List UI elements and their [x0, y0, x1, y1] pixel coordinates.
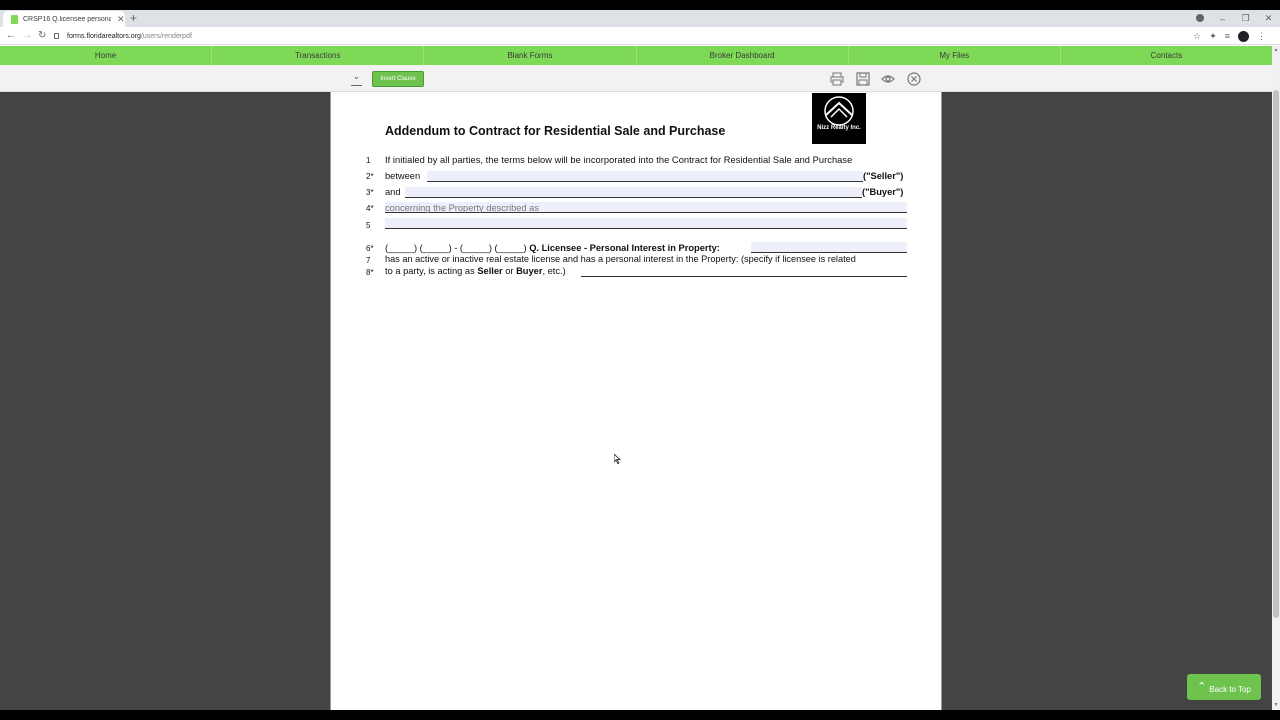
seller-word: Seller — [477, 266, 503, 276]
buyer-name-field[interactable] — [405, 187, 862, 198]
line-1-text: If initialed by all parties, the terms b… — [385, 155, 853, 165]
between-label: between — [385, 171, 421, 181]
nav-blank-forms[interactable]: Blank Forms — [424, 46, 637, 65]
line-8-post: , etc.) — [542, 266, 566, 276]
house-logo-icon — [824, 96, 854, 126]
line-number: 3* — [366, 188, 374, 197]
nav-home[interactable]: Home — [0, 46, 213, 65]
property-description-field[interactable] — [553, 202, 907, 213]
licensee-name-field[interactable] — [751, 242, 907, 253]
main-nav: Home Transactions Blank Forms Broker Das… — [0, 46, 1272, 65]
tab-strip: CRSP16 Q.licensee personal inte ✕ + – ❐ … — [0, 10, 1280, 27]
tab-title: CRSP16 Q.licensee personal inte — [23, 15, 111, 23]
tab-close-icon[interactable]: ✕ — [117, 14, 125, 24]
forward-icon[interactable]: → — [22, 29, 32, 43]
mouse-cursor-icon — [614, 454, 621, 464]
line-number: 5 — [366, 221, 371, 230]
chevron-up-icon: ⌃ — [1197, 680, 1207, 693]
company-logo: Nizz Realty Inc. — [812, 93, 866, 144]
scroll-down-icon[interactable]: ▼ — [1273, 702, 1279, 708]
restore-button[interactable]: ❐ — [1234, 13, 1257, 24]
browser-profile-icon[interactable] — [1196, 14, 1204, 22]
property-description-field-2[interactable] — [385, 218, 907, 229]
nav-contacts[interactable]: Contacts — [1061, 46, 1272, 65]
chevron-down-icon[interactable]: ⌄ — [351, 70, 362, 86]
print-icon[interactable] — [830, 72, 844, 86]
url-host: forms.floridarealtors.org — [67, 32, 141, 40]
nav-broker-dashboard[interactable]: Broker Dashboard — [637, 46, 849, 65]
lock-icon — [54, 33, 59, 39]
buyer-word: Buyer — [516, 266, 543, 276]
page-scrollbar[interactable]: ▲ ▼ — [1272, 46, 1280, 710]
url-field[interactable]: forms.floridarealtors.org /users/renderp… — [54, 29, 1214, 43]
initials-blanks[interactable]: (_____) (_____) - (_____) (_____) — [385, 243, 527, 253]
document-viewer: Nizz Realty Inc. Addendum to Contract fo… — [0, 92, 1272, 710]
avatar[interactable] — [1238, 30, 1249, 42]
buyer-label: ("Buyer") — [862, 187, 904, 197]
top-black-bar — [0, 0, 1280, 10]
reload-icon[interactable]: ↻ — [38, 29, 46, 43]
back-icon[interactable]: ← — [6, 29, 16, 43]
line-8-pre: to a party, is acting as — [385, 266, 478, 276]
browser-tab[interactable]: CRSP16 Q.licensee personal inte ✕ — [3, 11, 125, 27]
line-number: 4* — [366, 204, 374, 213]
close-window-button[interactable]: ✕ — [1257, 13, 1280, 24]
line-number: 7 — [366, 256, 371, 265]
seller-label: ("Seller") — [863, 171, 904, 181]
document-title: Addendum to Contract for Residential Sal… — [385, 124, 726, 138]
document-page: Nizz Realty Inc. Addendum to Contract fo… — [330, 92, 942, 710]
line-8-mid: or — [502, 266, 517, 276]
window-controls: – ❐ ✕ — [1211, 10, 1280, 27]
preview-eye-icon[interactable] — [881, 72, 895, 86]
extensions-puzzle-icon[interactable]: ✦ — [1209, 30, 1217, 42]
back-to-top-label: Back to Top — [1209, 684, 1251, 694]
nav-my-files[interactable]: My Files — [849, 46, 1061, 65]
line-number: 6* — [366, 244, 374, 253]
logo-text: Nizz Realty Inc. — [817, 125, 861, 131]
line-number: 8* — [366, 268, 374, 277]
clause-heading: Q. Licensee - Personal Interest in Prope… — [529, 243, 720, 253]
line-7-text: has an active or inactive real estate li… — [385, 254, 856, 264]
save-icon[interactable] — [856, 72, 870, 86]
and-label: and — [385, 187, 401, 197]
address-bar: ← → ↻ forms.floridarealtors.org /users/r… — [0, 27, 1280, 45]
bookmark-star-icon[interactable]: ☆ — [1193, 30, 1201, 42]
reading-list-icon[interactable]: ≡ — [1225, 30, 1230, 42]
scroll-thumb[interactable] — [1273, 90, 1279, 618]
new-tab-button[interactable]: + — [130, 11, 137, 25]
line-number: 1 — [366, 156, 371, 165]
scroll-up-icon[interactable]: ▲ — [1273, 47, 1279, 53]
form-toolbar: ⌄ Insert Clause — [0, 65, 1272, 92]
url-path: /users/renderpdf — [140, 32, 192, 40]
browser-menu-icon[interactable]: ⋮ — [1257, 30, 1266, 42]
insert-clause-button[interactable]: Insert Clause — [372, 71, 424, 87]
close-circle-icon[interactable] — [907, 72, 921, 86]
seller-name-field[interactable] — [427, 171, 863, 182]
app-window: CRSP16 Q.licensee personal inte ✕ + – ❐ … — [0, 0, 1280, 720]
minimize-button[interactable]: – — [1211, 14, 1234, 24]
favicon-icon — [11, 14, 18, 24]
back-to-top-button[interactable]: ⌃ Back to Top — [1187, 674, 1261, 700]
line-number: 2* — [366, 172, 374, 181]
extension-icons: ☆ ✦ ≡ ⋮ — [1193, 30, 1266, 42]
nav-transactions[interactable]: Transactions — [212, 46, 425, 65]
bottom-black-bar — [0, 710, 1280, 720]
relationship-field[interactable] — [581, 266, 907, 277]
